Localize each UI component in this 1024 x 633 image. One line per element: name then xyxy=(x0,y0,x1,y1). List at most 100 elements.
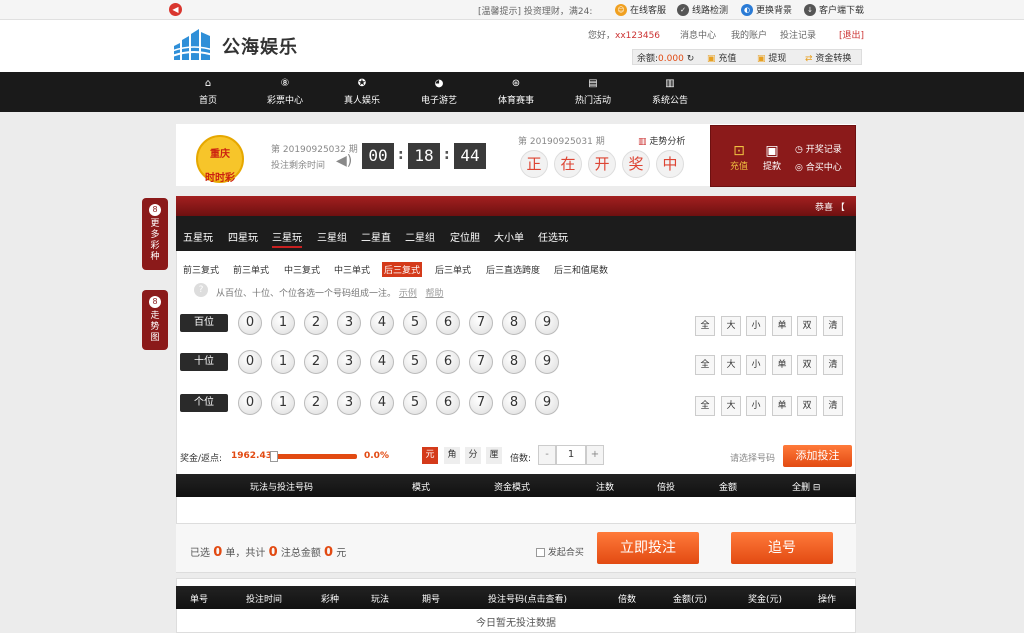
subtab-item[interactable]: 前三单式 xyxy=(231,262,271,277)
subtab-item[interactable]: 后三单式 xyxy=(433,262,473,277)
rebate-slider-handle[interactable] xyxy=(270,451,278,462)
withdraw-button[interactable]: ▣ 提款 xyxy=(761,143,783,172)
group-buy-link[interactable]: ◎ 合买中心 xyxy=(795,160,842,173)
number-ball[interactable]: 6 xyxy=(436,311,460,335)
client-download-link[interactable]: ↓ 客户端下载 xyxy=(804,3,864,16)
unit-li[interactable]: 厘 xyxy=(486,447,502,464)
username[interactable]: xx123456 xyxy=(615,31,660,41)
example-link[interactable]: 示例 xyxy=(399,289,417,299)
number-ball[interactable]: 8 xyxy=(502,350,526,374)
quick-select-button[interactable]: 清 xyxy=(823,316,843,336)
number-ball[interactable]: 6 xyxy=(436,350,460,374)
tab-big-small[interactable]: 大小单 xyxy=(494,229,524,244)
number-ball[interactable]: 9 xyxy=(535,311,559,335)
subtab-item[interactable]: 中三单式 xyxy=(332,262,372,277)
online-service-link[interactable]: ☺ 在线客服 xyxy=(615,3,666,16)
more-lotteries-tab[interactable]: 8 更多彩种 xyxy=(142,198,168,270)
tab-three-star-group[interactable]: 三星组 xyxy=(317,229,347,244)
quick-select-button[interactable]: 单 xyxy=(772,396,792,416)
number-ball[interactable]: 7 xyxy=(469,350,493,374)
subtab-item-active[interactable]: 后三复式 xyxy=(382,262,423,277)
number-ball[interactable]: 5 xyxy=(403,391,427,415)
number-ball[interactable]: 2 xyxy=(304,391,328,415)
quick-select-button[interactable]: 单 xyxy=(772,355,792,375)
refresh-icon[interactable]: ↻ xyxy=(687,54,695,64)
subtab-item[interactable]: 后三直选跨度 xyxy=(484,262,542,277)
tab-two-star-direct[interactable]: 二星直 xyxy=(361,229,391,244)
nav-promotions[interactable]: ▤ 热门活动 xyxy=(563,78,623,106)
quick-select-button[interactable]: 大 xyxy=(721,316,741,336)
number-ball[interactable]: 3 xyxy=(337,311,361,335)
tab-position[interactable]: 定位胆 xyxy=(450,229,480,244)
help-link[interactable]: 帮助 xyxy=(426,289,444,299)
number-ball[interactable]: 0 xyxy=(238,350,262,374)
multiplier-input[interactable]: 1 xyxy=(556,445,586,465)
trend-chart-tab[interactable]: 8 走势图 xyxy=(142,290,168,350)
tab-two-star-group[interactable]: 二星组 xyxy=(405,229,435,244)
message-center-link[interactable]: 消息中心 xyxy=(680,28,716,41)
number-ball[interactable]: 5 xyxy=(403,350,427,374)
joint-buy-checkbox[interactable] xyxy=(536,548,545,557)
number-ball[interactable]: 1 xyxy=(271,350,295,374)
subtab-item[interactable]: 后三和值尾数 xyxy=(552,262,610,277)
unit-fen[interactable]: 分 xyxy=(465,447,481,464)
unit-yuan[interactable]: 元 xyxy=(422,447,438,464)
nav-announcements[interactable]: ▥ 系统公告 xyxy=(640,78,700,106)
number-ball[interactable]: 8 xyxy=(502,311,526,335)
rebate-slider[interactable] xyxy=(271,454,357,459)
joint-buy-option[interactable]: 发起合买 xyxy=(536,545,584,558)
tab-four-star[interactable]: 四星玩 xyxy=(228,229,258,244)
number-ball[interactable]: 5 xyxy=(403,311,427,335)
recharge-button[interactable]: ⊡ 充值 xyxy=(728,143,750,172)
logout-link[interactable]: [退出] xyxy=(839,28,864,41)
number-ball[interactable]: 4 xyxy=(370,350,394,374)
draw-history-link[interactable]: ◷ 开奖记录 xyxy=(795,142,842,155)
number-ball[interactable]: 3 xyxy=(337,391,361,415)
chase-number-button[interactable]: 追号 xyxy=(731,532,833,564)
number-ball[interactable]: 6 xyxy=(436,391,460,415)
quick-select-button[interactable]: 小 xyxy=(746,355,766,375)
quick-select-button[interactable]: 单 xyxy=(772,316,792,336)
number-ball[interactable]: 2 xyxy=(304,350,328,374)
number-ball[interactable]: 4 xyxy=(370,311,394,335)
subtab-item[interactable]: 中三复式 xyxy=(282,262,322,277)
nav-casino[interactable]: ✪ 真人娱乐 xyxy=(332,78,392,106)
my-account-link[interactable]: 我的账户 xyxy=(731,28,767,41)
number-ball[interactable]: 1 xyxy=(271,311,295,335)
decrease-button[interactable]: - xyxy=(538,445,556,465)
nav-sports[interactable]: ⊛ 体育赛事 xyxy=(486,78,546,106)
quick-select-button[interactable]: 双 xyxy=(797,316,817,336)
number-ball[interactable]: 2 xyxy=(304,311,328,335)
withdraw-link[interactable]: ▣ 提现 xyxy=(757,51,786,64)
unit-jiao[interactable]: 角 xyxy=(444,447,460,464)
quick-select-button[interactable]: 全 xyxy=(695,316,715,336)
quick-select-button[interactable]: 双 xyxy=(797,355,817,375)
number-ball[interactable]: 7 xyxy=(469,311,493,335)
fund-transfer-link[interactable]: ⇄ 资金转换 xyxy=(805,51,851,64)
quick-select-button[interactable]: 全 xyxy=(695,355,715,375)
tab-five-star[interactable]: 五星玩 xyxy=(183,229,213,244)
quick-select-button[interactable]: 小 xyxy=(746,316,766,336)
quick-select-button[interactable]: 大 xyxy=(721,396,741,416)
nav-games[interactable]: ◕ 电子游艺 xyxy=(409,78,469,106)
quick-select-button[interactable]: 清 xyxy=(823,355,843,375)
number-ball[interactable]: 0 xyxy=(238,391,262,415)
delete-all-button[interactable]: 全删 ⊟ xyxy=(792,480,820,493)
bet-records-link[interactable]: 投注记录 xyxy=(780,28,816,41)
tab-optional[interactable]: 任选玩 xyxy=(538,229,568,244)
submit-bet-button[interactable]: 立即投注 xyxy=(597,532,699,564)
number-ball[interactable]: 9 xyxy=(535,350,559,374)
tab-three-star[interactable]: 三星玩 xyxy=(272,229,302,248)
quick-select-button[interactable]: 大 xyxy=(721,355,741,375)
increase-button[interactable]: + xyxy=(586,445,604,465)
number-ball[interactable]: 8 xyxy=(502,391,526,415)
change-background-link[interactable]: ◐ 更换背景 xyxy=(741,3,792,16)
quick-select-button[interactable]: 小 xyxy=(746,396,766,416)
quick-select-button[interactable]: 全 xyxy=(695,396,715,416)
add-bet-button[interactable]: 添加投注 xyxy=(783,445,852,467)
line-check-link[interactable]: ✓ 线路检测 xyxy=(677,3,728,16)
trend-analysis-link[interactable]: ▥ 走势分析 xyxy=(638,134,685,147)
number-ball[interactable]: 9 xyxy=(535,391,559,415)
nav-home[interactable]: ⌂ 首页 xyxy=(178,78,238,106)
quick-select-button[interactable]: 清 xyxy=(823,396,843,416)
